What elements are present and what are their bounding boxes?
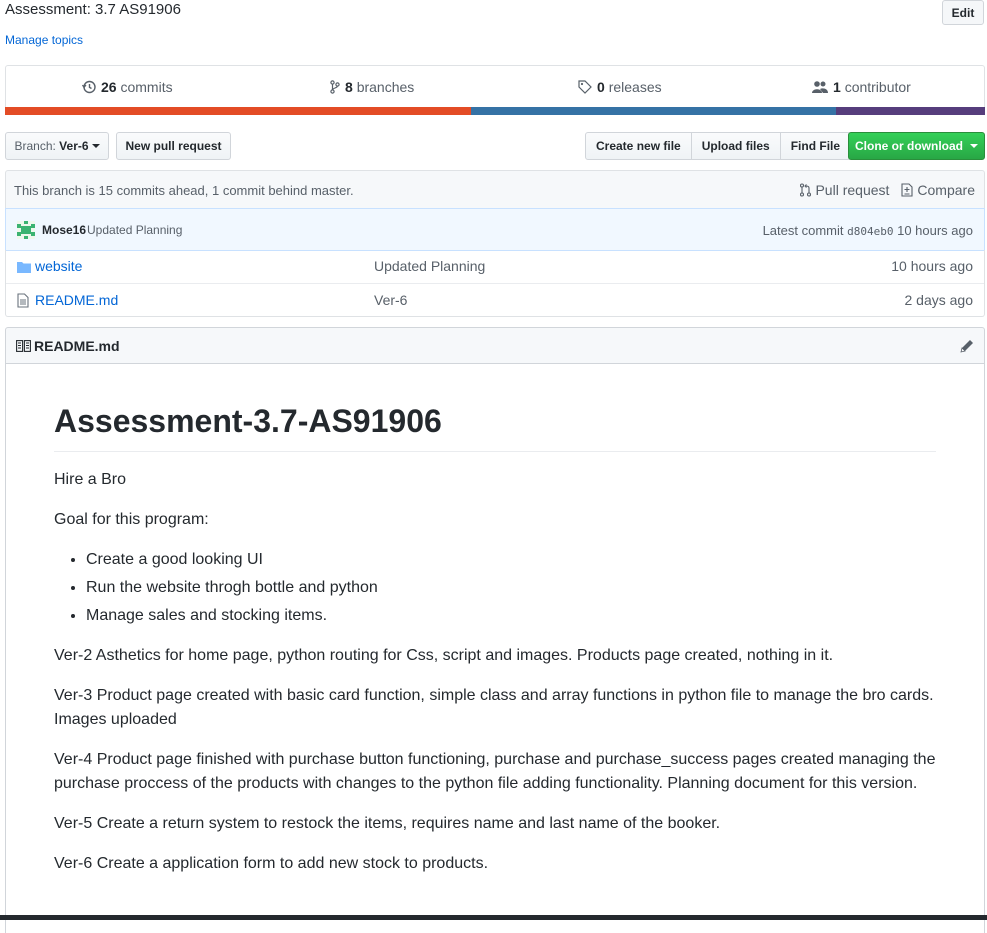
people-icon — [812, 81, 828, 93]
commits-link[interactable]: 26 commits — [82, 79, 173, 95]
pull-request-label: Pull request — [815, 182, 890, 198]
readme-intro: Hire a Bro — [54, 471, 127, 488]
diff-icon — [901, 183, 913, 197]
latest-commit-label: Latest commit — [762, 223, 844, 238]
commits-label: commits — [120, 79, 173, 95]
releases-count: 0 — [597, 79, 605, 95]
create-new-file-button[interactable]: Create new file — [585, 132, 692, 160]
folder-icon — [17, 262, 31, 273]
file-row: README.md Ver-6 2 days ago — [6, 283, 984, 316]
clone-or-download-label: Clone or download — [855, 139, 963, 153]
branch-status-text: This branch is 15 commits ahead, 1 commi… — [14, 183, 354, 198]
file-icon — [17, 293, 29, 308]
pull-request-icon — [800, 183, 812, 197]
commit-author[interactable]: Mose16 — [42, 223, 86, 237]
readme-content: Assessment-3.7-AS91906 Hire a Bro Goal f… — [5, 363, 985, 933]
branch-prefix: Branch: — [14, 139, 56, 153]
caret-down-icon — [970, 144, 978, 148]
repo-description: Assessment: 3.7 AS91906 — [5, 1, 181, 18]
version-note: Ver-6 Create a application form to add n… — [54, 855, 489, 872]
commit-age: 10 hours ago — [897, 223, 973, 238]
language-bar-segment[interactable] — [836, 107, 985, 115]
latest-commit-info: Latest commit d804eb0 10 hours ago — [763, 223, 973, 238]
manage-topics-link[interactable]: Manage topics — [5, 33, 83, 47]
commit-message[interactable]: Updated Planning — [87, 223, 182, 237]
releases-link[interactable]: 0 releases — [578, 79, 662, 95]
contributors-label: contributor — [844, 79, 911, 95]
compare-link[interactable]: Compare — [901, 182, 975, 198]
edit-description-button[interactable]: Edit — [942, 0, 984, 25]
caret-down-icon — [91, 144, 100, 148]
commits-count: 26 — [101, 79, 117, 95]
latest-commit-bar: Mose16 Updated Planning Latest commit d8… — [5, 208, 985, 251]
avatar[interactable] — [17, 221, 35, 239]
goal-item: Manage sales and stocking items. — [86, 604, 936, 628]
contributors-link[interactable]: 1 contributor — [812, 79, 911, 95]
file-commit-message[interactable]: Updated Planning — [374, 258, 485, 274]
version-note: Ver-2 Asthetics for home page, python ro… — [54, 647, 834, 664]
find-file-button[interactable]: Find File — [779, 132, 852, 160]
upload-files-button[interactable]: Upload files — [690, 132, 781, 160]
language-bar-segment[interactable] — [471, 107, 836, 115]
readme-goal-heading: Goal for this program: — [54, 511, 209, 528]
branches-link[interactable]: 8 branches — [330, 79, 414, 95]
version-note: Ver-3 Product page created with basic ca… — [54, 687, 934, 728]
clone-or-download-button[interactable]: Clone or download — [848, 132, 985, 160]
version-note: Ver-4 Product page finished with purchas… — [54, 751, 936, 792]
readme-header-title: README.md — [34, 338, 120, 354]
branch-select-button[interactable]: Branch: Ver-6 — [5, 132, 109, 160]
file-name[interactable]: README.md — [35, 292, 118, 308]
file-list: website Updated Planning 10 hours ago RE… — [5, 250, 985, 317]
language-bar[interactable] — [5, 107, 985, 115]
contributors-count: 1 — [833, 79, 841, 95]
tag-icon — [578, 80, 592, 94]
file-age: 2 days ago — [904, 292, 974, 308]
file-name[interactable]: website — [35, 258, 82, 274]
branch-icon — [330, 80, 340, 94]
bottom-edge — [0, 915, 987, 920]
goal-item: Run the website throgh bottle and python — [86, 576, 936, 600]
commit-sha[interactable]: d804eb0 — [847, 225, 893, 238]
book-icon — [16, 340, 31, 352]
file-actions-group: Create new file Upload files Find File — [585, 132, 852, 160]
file-row: website Updated Planning 10 hours ago — [6, 250, 984, 283]
branches-label: branches — [356, 79, 415, 95]
compare-label: Compare — [917, 182, 975, 198]
releases-label: releases — [608, 79, 662, 95]
language-bar-segment[interactable] — [5, 107, 471, 115]
file-commit-message[interactable]: Ver-6 — [374, 292, 407, 308]
pull-request-link[interactable]: Pull request — [800, 182, 889, 198]
goal-item: Create a good looking UI — [86, 548, 936, 572]
readme-title: Assessment-3.7-AS91906 — [54, 401, 936, 452]
branch-status-bar: This branch is 15 commits ahead, 1 commi… — [5, 170, 985, 209]
history-icon — [82, 80, 96, 94]
readme-header: README.md — [5, 327, 985, 364]
version-note: Ver-5 Create a return system to restock … — [54, 815, 721, 832]
file-age: 10 hours ago — [891, 258, 973, 274]
pencil-icon[interactable] — [959, 338, 975, 354]
branch-name: Ver-6 — [59, 139, 89, 153]
branches-count: 8 — [345, 79, 353, 95]
goal-list: Create a good looking UI Run the website… — [54, 548, 936, 628]
new-pull-request-button[interactable]: New pull request — [116, 132, 231, 160]
